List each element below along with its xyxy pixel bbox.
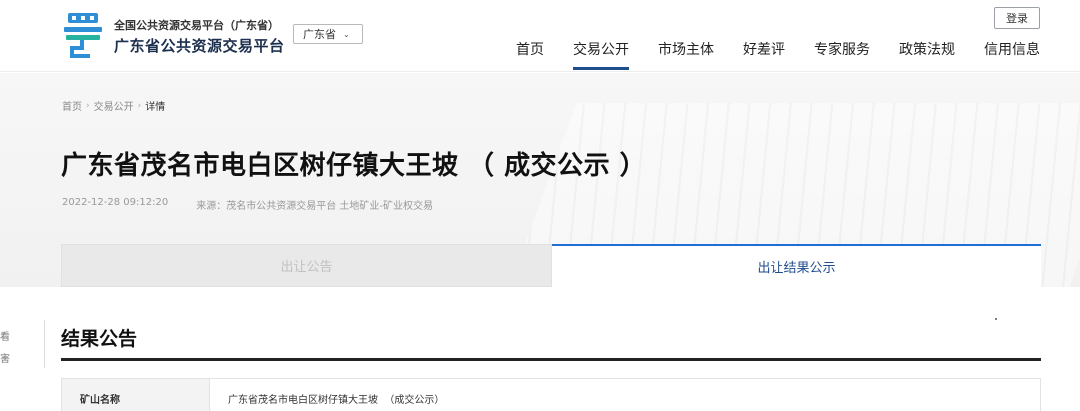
- main-nav: 首页 交易公开 市场主体 好差评 专家服务 政策法规 信用信息: [516, 38, 1040, 70]
- section-divider: [61, 358, 1041, 361]
- publish-datetime: 2022-12-28 09:12:20: [62, 197, 169, 208]
- article-meta: 2022-12-28 09:12:20 来源：茂名市公共资源交易平台 土地矿业-…: [62, 197, 433, 212]
- page-title: 广东省茂名市电白区树仔镇大王坡 （ 成交公示 ）: [61, 151, 647, 181]
- nav-credit-info[interactable]: 信用信息: [984, 38, 1040, 70]
- chevron-right-icon: ›: [86, 100, 90, 111]
- nav-policies[interactable]: 政策法规: [899, 38, 955, 70]
- article-source: 来源：茂名市公共资源交易平台 土地矿业-矿业权交易: [196, 201, 434, 212]
- platform-national-name: 全国公共资源交易平台（广东省）: [114, 19, 279, 32]
- decorative-dot: [995, 318, 997, 320]
- announcement-tabs: 出让公告 出让结果公示: [61, 244, 1041, 287]
- province-select-value: 广东省: [303, 28, 336, 41]
- nav-market-entities[interactable]: 市场主体: [658, 38, 714, 70]
- breadcrumb-home[interactable]: 首页: [62, 98, 82, 113]
- article-hero: 首页 › 交易公开 › 详情 广东省茂名市电白区树仔镇大王坡 （ 成交公示 ） …: [0, 73, 1080, 287]
- side-fragment-text: 看: [0, 332, 10, 343]
- nav-reviews[interactable]: 好差评: [743, 38, 785, 70]
- side-divider: [44, 320, 45, 368]
- tab-transfer-result[interactable]: 出让结果公示: [552, 244, 1041, 287]
- breadcrumb: 首页 › 交易公开 › 详情: [62, 98, 166, 114]
- guangdong-logo-icon[interactable]: [62, 12, 104, 58]
- breadcrumb-trading-public[interactable]: 交易公开: [94, 98, 134, 113]
- chevron-down-icon: ⌄: [343, 29, 350, 39]
- result-info-table: 矿山名称 广东省茂名市电白区树仔镇大王坡 （成交公示）: [61, 378, 1041, 411]
- tab-transfer-notice[interactable]: 出让公告: [61, 244, 552, 287]
- section-title: 结果公告: [61, 328, 138, 350]
- breadcrumb-current: 详情: [145, 102, 166, 113]
- site-header: 全国公共资源交易平台（广东省） 广东省公共资源交易平台 广东省 ⌄ 登录 首页 …: [0, 0, 1080, 72]
- table-row-value: 广东省茂名市电白区树仔镇大王坡 （成交公示）: [228, 395, 445, 406]
- platform-name[interactable]: 广东省公共资源交易平台: [114, 35, 285, 56]
- chevron-right-icon: ›: [137, 100, 142, 111]
- nav-expert-services[interactable]: 专家服务: [814, 38, 870, 70]
- side-panel-fragment: 看 害: [0, 327, 10, 371]
- login-button[interactable]: 登录: [994, 7, 1040, 29]
- province-select[interactable]: 广东省 ⌄: [293, 24, 363, 44]
- nav-home[interactable]: 首页: [516, 38, 544, 70]
- table-row-label: 矿山名称: [62, 379, 210, 411]
- side-fragment-text: 害: [0, 354, 10, 365]
- nav-trading-public[interactable]: 交易公开: [573, 38, 629, 70]
